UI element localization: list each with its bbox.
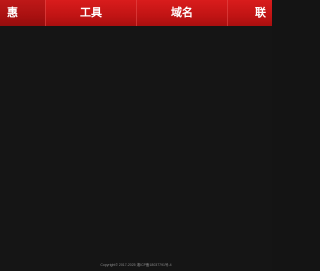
main-content-area (0, 26, 272, 261)
nav-item-offers[interactable]: 惠 (0, 0, 45, 26)
page: 惠 工具 域名 联 Copyright© 2017-2025 湘ICP备1803… (0, 0, 272, 271)
top-navigation-bar: 惠 工具 域名 联 (0, 0, 272, 26)
nav-item-contact[interactable]: 联 (255, 0, 272, 26)
nav-divider (227, 0, 228, 26)
nav-item-tools[interactable]: 工具 (46, 0, 136, 26)
footer-copyright: Copyright© 2017-2025 湘ICP备18037791号-4 (100, 263, 172, 267)
nav-item-domains[interactable]: 域名 (137, 0, 227, 26)
